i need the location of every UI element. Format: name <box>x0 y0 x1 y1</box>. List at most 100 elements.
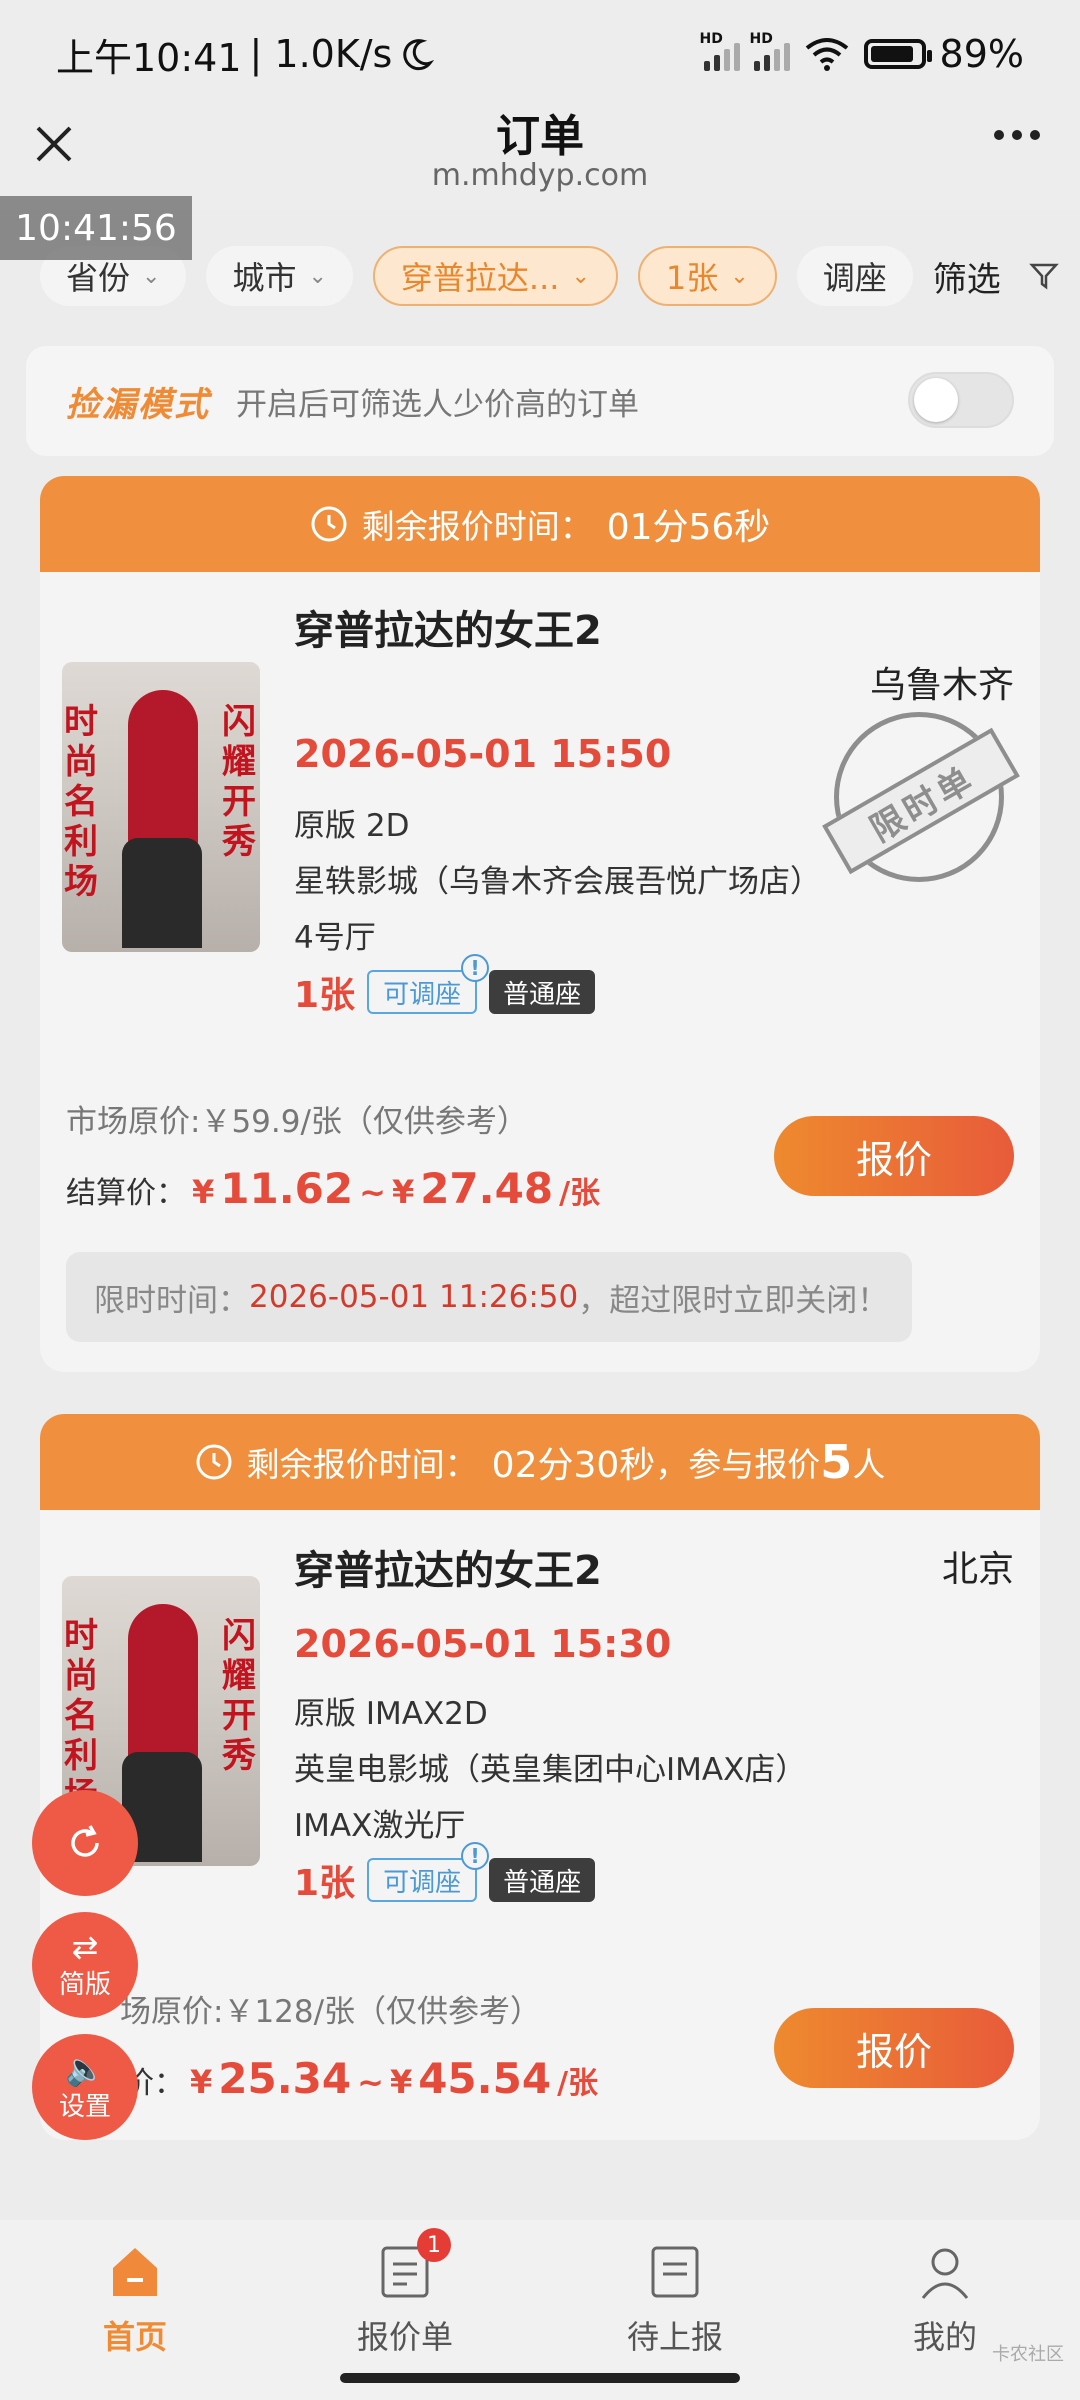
yen-sign: ¥ <box>391 1173 415 1211</box>
bidders-count: 5 <box>820 1435 853 1489</box>
adjust-label: 调座 <box>822 259 887 297</box>
chevron-down-icon: ⌄ <box>571 263 590 289</box>
nav-profile[interactable]: 我的 <box>810 2220 1080 2400</box>
settle-min: 25.34 <box>218 2054 352 2103</box>
signal-1-icon: HD <box>700 31 740 71</box>
stamp-text: 限时单 <box>822 727 1020 875</box>
adjustable-tag-label: 可调座 <box>383 1867 462 1898</box>
adjustable-tag-label: 可调座 <box>383 979 462 1010</box>
countdown-time: 01分56秒 <box>606 507 771 548</box>
limit-time: 2026-05-01 11:26:50 <box>249 1279 579 1315</box>
countdown-label: 剩余报价时间： <box>361 507 593 546</box>
movie-poster: 时尚名利场 闪耀开秀 <box>62 662 260 952</box>
city-label: 城市 <box>232 259 297 297</box>
simple-mode-label: 简版 <box>58 1969 111 2000</box>
settle-min: 11.62 <box>220 1164 354 1213</box>
yen-sign: ¥ <box>389 2063 413 2101</box>
seat-type-tag: 普通座 <box>489 970 596 1014</box>
status-net-speed: | 1.0K/s <box>249 32 393 76</box>
movie-title: 穿普拉达的女王2 <box>294 1548 602 1594</box>
show-datetime: 2026-05-01 15:30 <box>294 1622 672 1666</box>
refresh-icon <box>71 1825 99 1857</box>
leak-mode-card: 捡漏模式 开启后可筛选人少价高的订单 <box>26 346 1054 456</box>
quote-list-icon: 1 <box>377 2228 451 2302</box>
poster-text-right: 闪耀开秀 <box>222 702 256 862</box>
adjustable-tag[interactable]: 可调座! <box>367 954 490 1014</box>
nav-pending-label: 待上报 <box>626 2318 723 2356</box>
cinema-name: 英皇电影城（英皇集团中心IMAX店） <box>294 1752 807 1788</box>
yen-sign: ¥ <box>192 1173 215 1211</box>
status-bar: 上午10:41 | 1.0K/s HD HD 89% <box>0 0 1080 108</box>
chevron-down-icon: ⌄ <box>142 263 161 289</box>
simple-mode-button[interactable]: ⇄ 简版 <box>32 1912 138 2018</box>
mode-toggle[interactable] <box>908 372 1014 428</box>
user-icon <box>921 2248 969 2299</box>
count-label: 1张 <box>665 259 719 297</box>
page-title: 订单 <box>496 111 584 162</box>
clock-icon <box>311 506 347 542</box>
watermark: 卡农社区 <box>992 2344 1064 2365</box>
nav-home[interactable]: 首页 <box>0 2220 270 2400</box>
order-card: 剩余报价时间： 01分56秒 时尚名利场 闪耀开秀 穿普拉达的女王2 乌鲁木齐 … <box>40 476 1040 1372</box>
mode-title: 捡漏模式 <box>66 384 210 425</box>
mode-desc: 开启后可筛选人少价高的订单 <box>236 386 639 423</box>
wifi-icon <box>805 38 848 71</box>
chevron-down-icon: ⌄ <box>730 263 749 289</box>
more-icon[interactable] <box>994 130 1040 140</box>
battery-icon <box>863 39 932 69</box>
quote-button[interactable]: 报价 <box>774 2008 1014 2088</box>
yen-sign: ¥ <box>190 2063 213 2101</box>
countdown-time: 02分30秒 <box>491 1445 656 1486</box>
home-indicator[interactable] <box>340 2373 740 2383</box>
ticket-count: 1张 <box>294 975 356 1016</box>
pending-report-icon <box>651 2246 699 2298</box>
quote-button[interactable]: 报价 <box>774 1116 1014 1196</box>
limit-suffix: ，超过限时立即关闭！ <box>578 1282 889 1319</box>
poster-text-right: 闪耀开秀 <box>222 1616 256 1776</box>
notification-badge: 1 <box>417 2228 451 2262</box>
sound-settings-button[interactable]: 🔈 设置 <box>32 2034 138 2140</box>
hall-name: 4号厅 <box>294 920 376 956</box>
refresh-button[interactable] <box>32 1790 138 1896</box>
nav-quotes-label: 报价单 <box>356 2318 453 2356</box>
countdown-bar: 剩余报价时间： 01分56秒 <box>40 476 1040 572</box>
swap-icon: ⇄ <box>71 1927 99 1966</box>
speaker-icon: 🔈 <box>65 2049 105 2088</box>
movie-filter[interactable]: 穿普拉达... ⌄ <box>372 246 618 306</box>
city-label: 北京 <box>941 1549 1014 1590</box>
adjust-filter[interactable]: 调座 <box>796 246 913 306</box>
funnel-icon[interactable] <box>1028 261 1059 291</box>
movie-version: 原版 IMAX2D <box>294 1696 488 1732</box>
ticket-row: 1张 可调座! 普通座 <box>294 954 596 1018</box>
hall-name: IMAX激光厅 <box>294 1808 466 1844</box>
bidders-prefix: ，参与报价 <box>655 1445 821 1484</box>
ticket-count: 1张 <box>294 1863 356 1904</box>
info-icon[interactable]: ! <box>461 1842 490 1870</box>
settings-label: 设置 <box>58 2091 111 2122</box>
adjustable-tag[interactable]: 可调座! <box>367 1842 490 1902</box>
page-url: m.mhdyp.com <box>431 158 649 193</box>
order-card: 剩余报价时间： 02分30秒 ，参与报价 5 人 时尚名利场 闪耀开秀 穿普拉达… <box>40 1414 1040 2140</box>
info-icon[interactable]: ! <box>461 954 490 982</box>
range-sep: ~ <box>357 2063 384 2101</box>
settle-unit: /张 <box>557 2066 599 2101</box>
cinema-name: 星轶影城（乌鲁木齐会展吾悦广场店） <box>294 864 821 900</box>
seat-type-tag: 普通座 <box>489 1858 596 1902</box>
movie-label: 穿普拉达... <box>400 259 560 297</box>
settle-max: 27.48 <box>420 1164 554 1213</box>
clock-overlay: 10:41:56 <box>0 196 192 260</box>
countdown-bar: 剩余报价时间： 02分30秒 ，参与报价 5 人 <box>40 1414 1040 1510</box>
show-datetime: 2026-05-01 15:50 <box>294 732 672 776</box>
moon-icon <box>403 39 435 71</box>
city-filter[interactable]: 城市 ⌄ <box>206 246 353 306</box>
chevron-down-icon: ⌄ <box>308 263 327 289</box>
count-filter[interactable]: 1张 ⌄ <box>637 246 777 306</box>
limit-notice: 限时时间： 2026-05-01 11:26:50 ，超过限时立即关闭！ <box>66 1252 912 1342</box>
clock-icon <box>196 1444 232 1480</box>
filter-button[interactable]: 筛选 <box>933 252 1001 301</box>
status-time: 上午10:41 <box>56 35 242 80</box>
nav-home-label: 首页 <box>102 2318 167 2356</box>
market-price: 市场原价:￥59.9/张（仅供参考） <box>66 1104 528 1140</box>
home-icon <box>113 2248 157 2296</box>
ticket-row: 1张 可调座! 普通座 <box>294 1842 596 1906</box>
